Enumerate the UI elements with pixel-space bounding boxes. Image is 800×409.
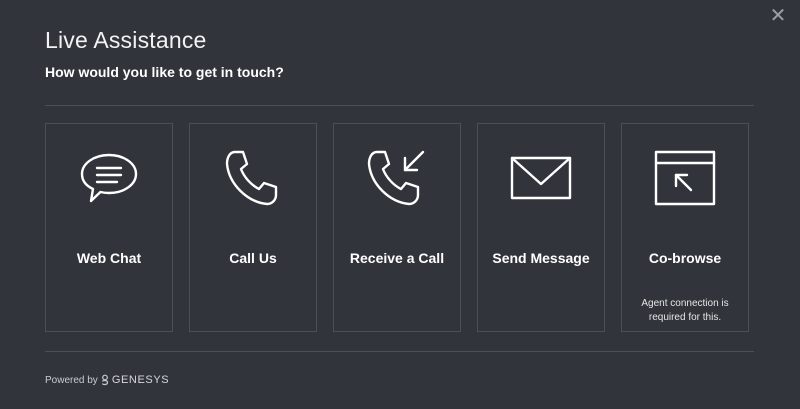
genesys-brand: GENESYS	[111, 374, 170, 386]
web-chat-label: Web Chat	[76, 250, 142, 266]
cobrowse-window-icon	[622, 146, 748, 210]
send-message-button[interactable]: Send Message	[477, 123, 605, 332]
call-us-label: Call Us	[229, 250, 277, 266]
dialog-subtitle: How would you like to get in touch?	[45, 64, 284, 80]
contact-options: Web Chat Call Us Receive a Call Send Mes…	[45, 123, 749, 332]
genesys-logo-icon	[101, 374, 108, 386]
top-divider	[45, 105, 754, 106]
incoming-call-icon	[334, 146, 460, 210]
send-message-label: Send Message	[492, 250, 590, 266]
receive-a-call-label: Receive a Call	[349, 250, 445, 266]
envelope-icon	[478, 146, 604, 210]
powered-by: Powered by GENESYS	[45, 374, 169, 386]
chat-bubble-icon	[46, 146, 172, 210]
close-icon[interactable]: ✕	[768, 6, 788, 26]
powered-by-text: Powered by	[45, 374, 98, 386]
co-browse-label: Co-browse	[648, 250, 722, 266]
web-chat-button[interactable]: Web Chat	[45, 123, 173, 332]
co-browse-note: Agent connection is required for this.	[641, 298, 729, 323]
receive-a-call-button[interactable]: Receive a Call	[333, 123, 461, 332]
phone-icon	[190, 146, 316, 210]
call-us-button[interactable]: Call Us	[189, 123, 317, 332]
bottom-divider	[45, 351, 754, 352]
dialog-title: Live Assistance	[45, 27, 207, 53]
co-browse-button[interactable]: Co-browse Agent connection is required f…	[621, 123, 749, 332]
